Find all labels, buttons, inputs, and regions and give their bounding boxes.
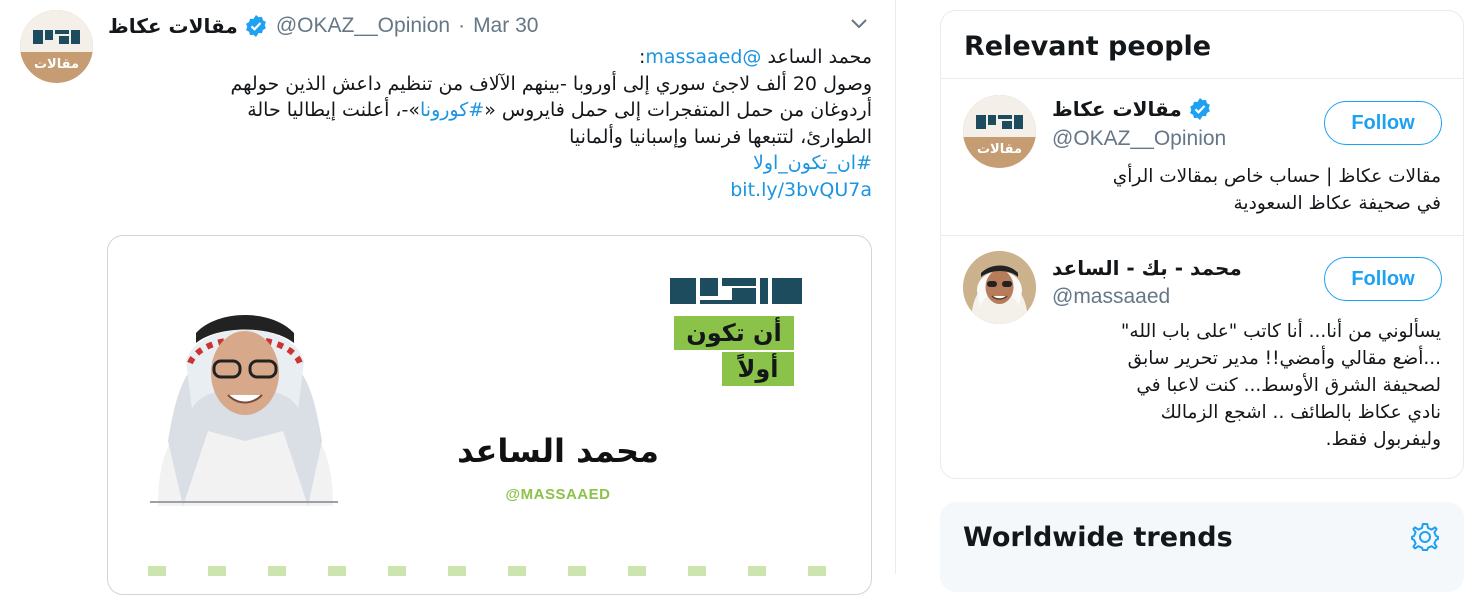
chevron-down-icon[interactable] [846, 12, 872, 34]
bio-line: ...أضع مقالي وأمضي!! مدير تحرير سابق [1127, 348, 1441, 369]
bio-line: في صحيفة عكاظ السعودية [1233, 193, 1441, 214]
quoted-author: محمد الساعد [767, 46, 872, 68]
tweet-text-line: أردوغان من حمل المتفجرات إلى حمل فايروس … [108, 97, 872, 124]
okaz-brand-logo [670, 278, 802, 304]
divider [941, 78, 1463, 79]
tweet-text-line: وصول 20 ألف لاجئ سوري إلى أوروبا -بينهم … [230, 72, 872, 95]
person-handle[interactable]: @OKAZ__Opinion [1052, 127, 1226, 151]
person-name[interactable]: محمد - بك - الساعد [1052, 256, 1242, 280]
worldwide-trends-title: Worldwide trends [963, 522, 1233, 553]
follow-button[interactable]: Follow [1324, 257, 1442, 301]
bio-line: وليفربول فقط. [1325, 429, 1441, 450]
okaz-logo-icon [976, 115, 1023, 129]
text-fragment: »-، أعلنت إيطاليا حالة [247, 99, 420, 121]
short-url-link[interactable]: bit.ly/3bvQU7a [108, 177, 872, 204]
gear-icon[interactable] [1410, 522, 1440, 552]
okaz-logo-icon [33, 30, 80, 44]
person-name[interactable]: مقالات عكاظ [1052, 97, 1212, 121]
hashtag-link[interactable]: #كورونا [420, 99, 484, 121]
relevant-people-card: Relevant people مقالات مقالات عكاظ @OKAZ… [940, 10, 1464, 479]
tweet[interactable]: مقالات مقالات عكاظ @OKAZ__Opinion · Mar … [0, 0, 896, 595]
bio-line: مقالات عكاظ | حساب خاص بمقالات الرأي [1112, 166, 1441, 187]
decorative-strip [148, 566, 848, 576]
portrait-baseline [150, 501, 338, 503]
person-photo [963, 251, 1036, 324]
header-separator: · [458, 14, 466, 37]
tagline-box: أولاً [722, 352, 794, 386]
tweet-media-image[interactable]: أن تكون أولاً محمد الساعد @MASSAAED [107, 235, 872, 595]
writer-handle: @MASSAAED [505, 486, 611, 503]
text-fragment: أردوغان من حمل المتفجرات إلى حمل فايروس … [484, 99, 872, 121]
writer-name: محمد الساعد [457, 432, 659, 470]
tweet-text-line: محمد الساعد @massaaed: [108, 44, 872, 71]
verified-badge-icon [245, 15, 266, 37]
mention-link[interactable]: @massaaed [645, 46, 761, 68]
tweet-author-avatar[interactable]: مقالات [20, 10, 93, 83]
person-avatar[interactable] [963, 251, 1036, 324]
person-bio: مقالات عكاظ | حساب خاص بمقالات الرأي في … [1001, 163, 1441, 217]
tweet-date[interactable]: Mar 30 [473, 14, 538, 38]
person-name-text[interactable]: محمد - بك - الساعد [1052, 256, 1242, 280]
writer-portrait-image [158, 315, 333, 506]
tweet-author-name[interactable]: مقالات عكاظ [108, 14, 238, 38]
bio-line: نادي عكاظ بالطائف .. اشجع الزمالك [1160, 402, 1441, 423]
relevant-people-title: Relevant people [964, 31, 1212, 62]
worldwide-trends-card: Worldwide trends [940, 502, 1464, 592]
person-bio: يسألوني من أنا... أنا كاتب "على باب الله… [1001, 318, 1441, 453]
bio-line: يسألوني من أنا... أنا كاتب "على باب الله… [1120, 321, 1441, 342]
tweet-author-handle[interactable]: @OKAZ__Opinion [276, 14, 450, 38]
tagline-box: أن تكون [674, 316, 794, 350]
follow-button[interactable]: Follow [1324, 101, 1442, 145]
hashtag-link[interactable]: #ان_تكون_اولا [108, 150, 872, 177]
person-avatar[interactable]: مقالات [963, 95, 1036, 168]
avatar-caption: مقالات [33, 56, 80, 71]
tweet-text-line: الطوارئ، لتتبعها فرنسا وإسبانيا وألمانيا [569, 125, 872, 148]
bio-line: لصحيفة الشرق الأوسط... كنت لاعبا في [1136, 375, 1441, 396]
tweet-text: محمد الساعد @massaaed: وصول 20 ألف لاجئ … [108, 44, 872, 203]
divider [941, 235, 1463, 236]
tweet-header: مقالات عكاظ @OKAZ__Opinion · Mar 30 [108, 12, 538, 40]
person-handle[interactable]: @massaaed [1052, 285, 1170, 309]
verified-badge-icon [1189, 98, 1210, 120]
person-name-text[interactable]: مقالات عكاظ [1052, 97, 1182, 121]
avatar-caption: مقالات [976, 141, 1023, 156]
